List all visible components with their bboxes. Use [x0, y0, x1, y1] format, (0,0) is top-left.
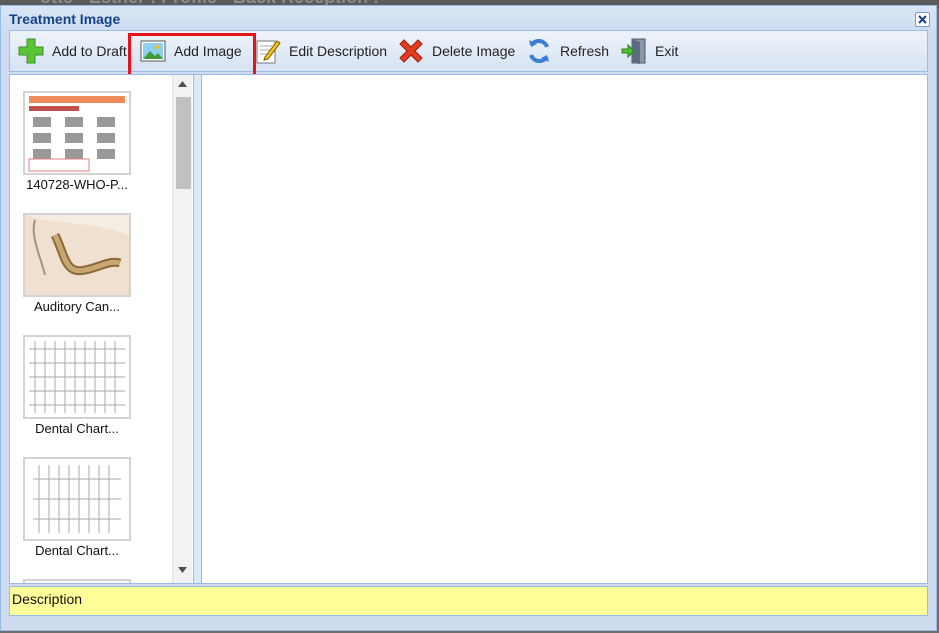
thumbnail-scrollbar[interactable]	[172, 75, 192, 583]
thumbnail-item[interactable]: 140728-WHO-P...	[23, 91, 131, 192]
image-viewer	[202, 75, 927, 583]
thumbnail-label: Dental Chart...	[35, 543, 119, 558]
partial-thumbnail	[23, 579, 131, 583]
thumbnail-label: 140728-WHO-P...	[26, 177, 128, 192]
dental-chart-thumbnail	[23, 335, 131, 419]
delete-x-icon	[396, 36, 426, 66]
close-icon	[918, 15, 927, 24]
edit-pencil-icon	[253, 36, 283, 66]
edit-description-label: Edit Description	[289, 43, 388, 59]
add-to-draft-label: Add to Draft	[52, 43, 127, 59]
thumbnail-item[interactable]: Dental Chart...	[23, 335, 131, 436]
add-to-draft-button[interactable]: Add to Draft	[16, 31, 127, 71]
plus-icon	[16, 36, 46, 66]
refresh-label: Refresh	[560, 43, 610, 59]
exit-button[interactable]: Exit	[619, 31, 678, 71]
scrollbar-thumb[interactable]	[176, 97, 191, 189]
handwash-poster-thumbnail	[23, 91, 131, 175]
dental-chart-thumbnail	[23, 457, 131, 541]
thumbnail-list[interactable]: 140728-WHO-P... Auditory Can... Dental C…	[10, 75, 172, 583]
delete-image-label: Delete Image	[432, 43, 516, 59]
scroll-up-icon[interactable]	[178, 81, 187, 87]
edit-description-button[interactable]: Edit Description	[253, 31, 387, 71]
thumbnail-label: Dental Chart...	[35, 421, 119, 436]
thumbnail-item[interactable]: Dental Chart...	[23, 457, 131, 558]
thumbnail-item[interactable]: Auditory Can...	[23, 213, 131, 314]
description-bar[interactable]: Description	[9, 586, 928, 616]
thumbnail-item[interactable]	[23, 579, 131, 583]
dialog-titlebar: Treatment Image	[1, 6, 936, 32]
image-panel: 140728-WHO-P... Auditory Can... Dental C…	[9, 74, 928, 584]
add-image-highlight	[128, 33, 256, 79]
delete-image-button[interactable]: Delete Image	[396, 31, 515, 71]
description-label: Description	[12, 591, 83, 607]
exit-label: Exit	[655, 43, 679, 59]
refresh-button[interactable]: Refresh	[524, 31, 609, 71]
scroll-down-icon[interactable]	[178, 567, 187, 573]
thumbnail-label: Auditory Can...	[34, 299, 120, 314]
refresh-icon	[524, 36, 554, 66]
close-button[interactable]	[915, 12, 930, 27]
dialog-title: Treatment Image	[9, 11, 121, 27]
panel-splitter[interactable]	[193, 75, 202, 583]
exit-door-icon	[619, 36, 649, 66]
auditory-canal-thumbnail	[23, 213, 131, 297]
